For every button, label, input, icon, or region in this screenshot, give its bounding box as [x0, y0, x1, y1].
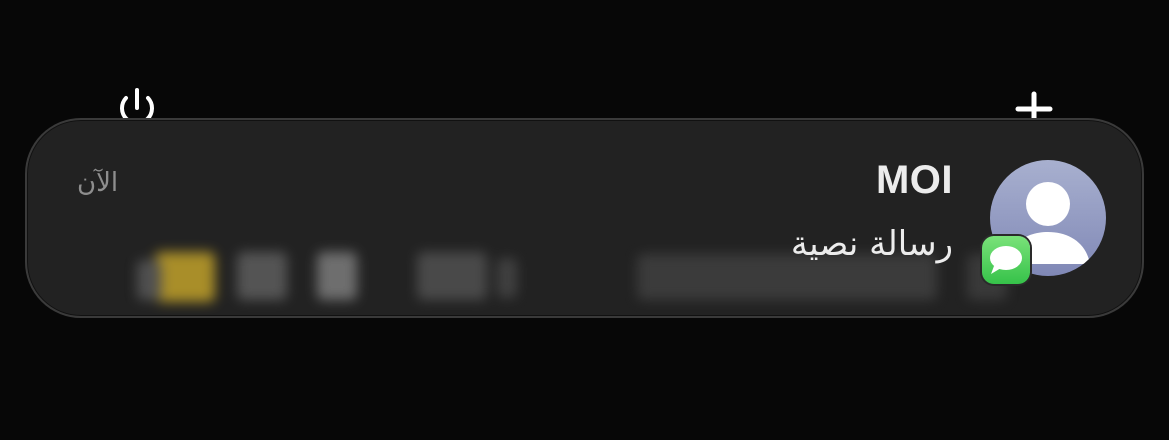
notification-message: رسالة نصية — [790, 224, 953, 264]
notification-timestamp: الآن — [77, 168, 119, 198]
blurred-background — [27, 120, 1142, 316]
message-notification[interactable]: الآن MOI رسالة نصية — [25, 118, 1144, 318]
lock-screen: الآن MOI رسالة نصية — [0, 0, 1169, 440]
messages-app-icon — [982, 236, 1030, 284]
notification-sender: MOI — [875, 158, 953, 202]
